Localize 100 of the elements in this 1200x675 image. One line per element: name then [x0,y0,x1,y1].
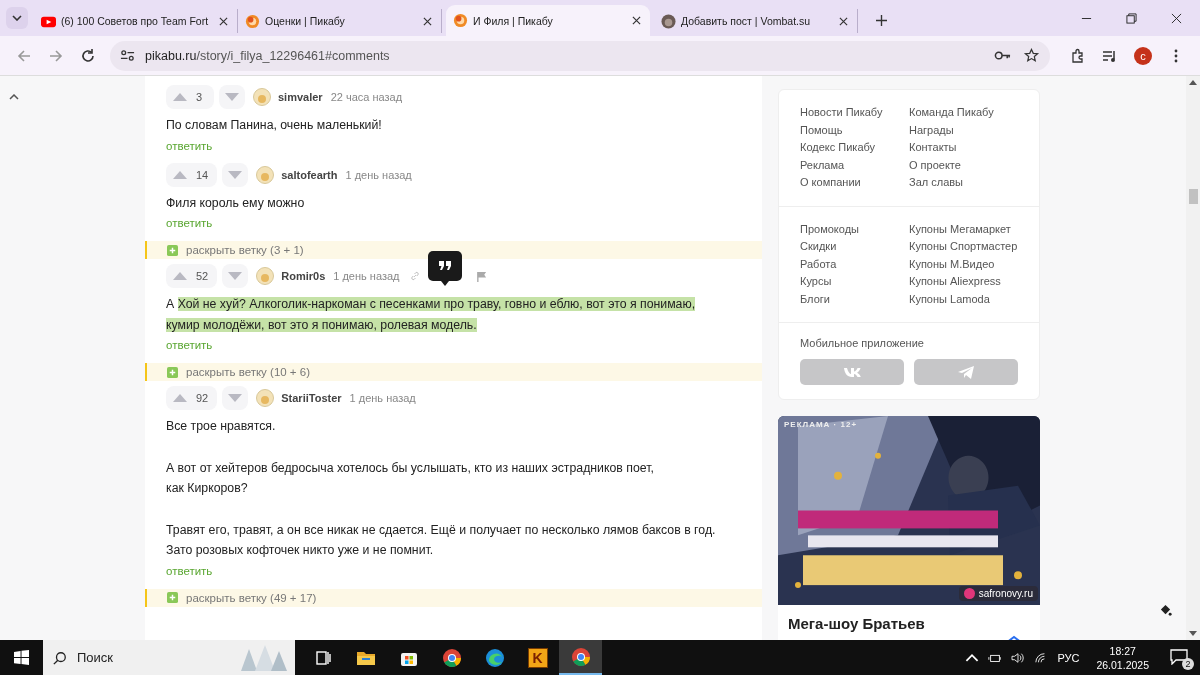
triangle-up-icon [173,272,187,280]
footer-link[interactable]: О компании [800,174,909,192]
footer-link[interactable]: Купоны Мегамаркет [909,220,1018,238]
notification-button[interactable]: 2 [1166,645,1194,670]
pikabu-logo-icon [245,13,260,29]
comment-time[interactable]: 1 день назад [333,270,400,282]
upvote-button[interactable]: 3 [166,85,214,109]
scroll-up-icon[interactable] [1189,80,1197,85]
browser-icon [570,646,591,667]
forward-icon[interactable] [48,47,64,64]
wave-browser-icon [484,647,505,668]
language-indicator[interactable]: РУС [1057,651,1080,664]
footer-link[interactable]: Работа [800,255,909,273]
footer-link[interactable]: Купоны М.Видео [909,255,1018,273]
quote-tooltip[interactable] [427,251,462,287]
app-letter-icon: K [527,647,548,668]
footer-link[interactable]: Реклама [800,156,909,174]
footer-link[interactable]: Команда Пикабу [909,104,1018,122]
key-icon[interactable] [994,48,1011,63]
comment-time[interactable]: 22 часа назад [330,91,403,103]
expand-thread-link[interactable]: раскрыть ветку (10 + 6) [186,366,310,378]
ad-title[interactable]: Мега-шоу Братьев [788,615,1004,632]
ad-source-badge[interactable]: safronovy.ru [958,586,1038,601]
comment-time[interactable]: 1 день назад [349,392,416,404]
upvote-button[interactable]: 92 [166,386,218,410]
close-icon[interactable] [839,16,848,26]
expand-thread-bar[interactable]: раскрыть ветку (49 + 17) [145,588,762,607]
profile-avatar[interactable]: с [1134,46,1152,65]
pikabu-logo-icon [453,13,468,28]
expand-thread-link[interactable]: раскрыть ветку (3 + 1) [186,244,304,256]
author-name[interactable]: Romir0s [281,270,326,282]
chevron-icon[interactable] [965,651,980,664]
star-icon[interactable] [1023,48,1040,63]
restore-icon[interactable] [1126,13,1137,24]
volume-icon[interactable] [1011,651,1026,664]
footer-link[interactable]: Блоги [800,290,909,308]
comment-time[interactable]: 1 день назад [345,168,412,181]
author-name[interactable]: StariiToster [281,392,342,404]
browser-tab[interactable]: Добавить пост | Vombat.su [654,9,858,33]
close-icon[interactable] [423,16,432,26]
triangle-down-icon [228,170,243,179]
address-bar[interactable]: pikabu.ru/story/i_filya_12296461#comments [110,40,1050,71]
footer-link[interactable]: Новости Пикабу [800,104,909,122]
triangle-up-icon [173,394,187,402]
chevron-down-icon [12,15,22,21]
site-logo-icon [963,588,975,599]
expand-thread-bar[interactable]: раскрыть ветку (10 + 6) [145,363,762,381]
ad-label: РЕКЛАМА · 12+ [784,420,858,429]
scroll-down-icon[interactable] [1189,631,1197,636]
chat-icon [1170,648,1188,665]
close-icon[interactable] [219,16,228,26]
upvote-button[interactable]: 52 [166,264,218,288]
browser-icon [441,647,462,668]
browser-tab[interactable]: И Филя | Пикабу [446,5,650,36]
expand-thread-bar[interactable]: раскрыть ветку (3 + 1) [145,241,762,259]
footer-link[interactable]: Помощь [800,121,909,139]
footer-link[interactable]: Курсы [800,273,909,291]
wombat-logo-icon [661,13,676,29]
collapse-icon[interactable] [9,94,19,100]
selected-text: кумир молодёжи, вот это я понимаю, ролевая модель. [166,317,477,332]
notification-count: 2 [1182,657,1194,670]
comment-text: как Киркоров? [166,481,248,495]
expand-thread-link[interactable]: раскрыть ветку (49 + 17) [186,591,317,604]
start-button[interactable] [14,650,29,665]
scroll-thumb[interactable] [1188,189,1198,204]
close-icon[interactable] [632,16,641,25]
footer-link[interactable]: О проекте [909,156,1018,174]
author-name[interactable]: simvaler [278,91,323,103]
footer-link[interactable]: Зал славы [909,174,1018,192]
footer-link[interactable]: Промокоды [800,220,909,238]
browser-tab[interactable]: (6) 100 Советов про Team Fort [34,9,238,33]
close-icon[interactable] [1171,13,1182,24]
ad-source: safronovy.ru [978,588,1033,599]
comment-text: А [166,297,176,311]
triangle-up-icon [173,170,187,179]
reload-icon[interactable] [80,47,96,64]
footer-link[interactable]: Купоны Lamoda [909,290,1018,308]
back-icon[interactable] [16,47,32,64]
clock[interactable]: 18:27 26.01.2025 [1096,643,1149,672]
site-settings-icon[interactable] [120,48,135,63]
footer-link[interactable]: Купоны Aliexpress [909,273,1018,291]
footer-link[interactable]: Купоны Спортмастер [909,238,1018,256]
ad-card[interactable]: РЕКЛАМА · 12+ safronovy.ru Мега-шоу Братьев [778,416,1040,640]
puzzle-icon[interactable] [1070,47,1086,64]
footer-link[interactable]: Контакты [909,139,1018,157]
triangle-down-icon [225,93,239,101]
vk-logo-icon [843,366,861,378]
comment-text: Зато розовых кофточек никто уже и не помнит. [166,543,434,557]
upvote-button[interactable]: 14 [166,162,218,187]
browser-tab[interactable]: Оценки | Пикабу [238,9,442,33]
selected-text: Хой не хуй? Алкоголик-наркоман с песенками про траву, говно и еблю, вот это я понимаю, [177,297,696,311]
author-name[interactable]: saltofearth [281,168,338,181]
taskbar-app[interactable] [559,640,602,675]
footer-link[interactable]: Скидки [800,238,909,256]
search-field[interactable]: Поиск [43,640,295,675]
footer-link[interactable]: Кодекс Пикабу [800,139,909,157]
new-tab-icon[interactable] [876,15,887,26]
taskbar-app[interactable]: K [516,640,559,675]
tab-search-button[interactable] [6,7,28,29]
footer-link[interactable]: Награды [909,121,1018,139]
